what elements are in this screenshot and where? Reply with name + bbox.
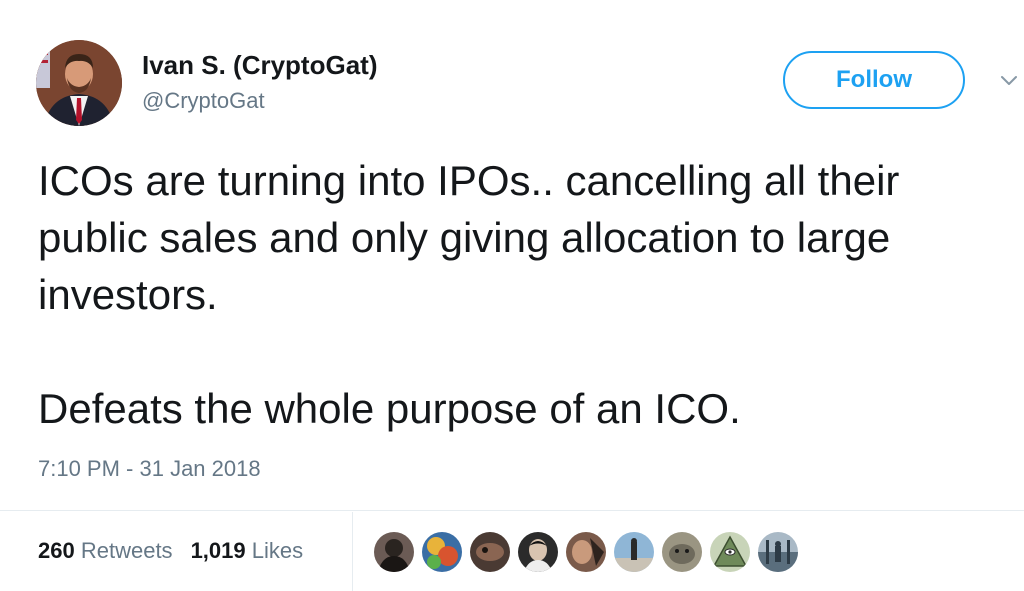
liker-avatar[interactable]	[516, 530, 560, 574]
tweet-stats: 260 Retweets 1,019 Likes	[38, 538, 303, 564]
author-avatar[interactable]	[36, 40, 122, 126]
likes-count: 1,019	[190, 538, 246, 563]
likers-avatars	[372, 530, 800, 574]
divider	[0, 510, 1024, 511]
liker-avatar[interactable]	[660, 530, 704, 574]
follow-button[interactable]: Follow	[783, 51, 965, 109]
author-name[interactable]: Ivan S. (CryptoGat)	[142, 50, 377, 81]
likes-label: Likes	[251, 538, 304, 563]
tweet-timestamp[interactable]: 7:10 PM - 31 Jan 2018	[38, 456, 261, 482]
retweets-stat[interactable]: 260 Retweets	[38, 538, 173, 564]
liker-avatar[interactable]	[372, 530, 416, 574]
liker-avatar[interactable]	[612, 530, 656, 574]
retweets-count: 260	[38, 538, 75, 563]
tweet-text: ICOs are turning into IPOs.. cancelling …	[38, 152, 998, 437]
tweet-paragraph: Defeats the whole purpose of an ICO.	[38, 385, 741, 432]
author-handle[interactable]: @CryptoGat	[142, 88, 265, 114]
liker-avatar[interactable]	[468, 530, 512, 574]
liker-avatar[interactable]	[420, 530, 464, 574]
liker-avatar[interactable]	[564, 530, 608, 574]
likes-stat[interactable]: 1,019 Likes	[191, 538, 304, 564]
chevron-down-icon[interactable]	[998, 70, 1020, 92]
retweets-label: Retweets	[80, 538, 173, 563]
tweet-paragraph: ICOs are turning into IPOs.. cancelling …	[38, 157, 900, 318]
liker-avatar[interactable]	[756, 530, 800, 574]
liker-avatar[interactable]	[708, 530, 752, 574]
divider	[352, 512, 353, 591]
